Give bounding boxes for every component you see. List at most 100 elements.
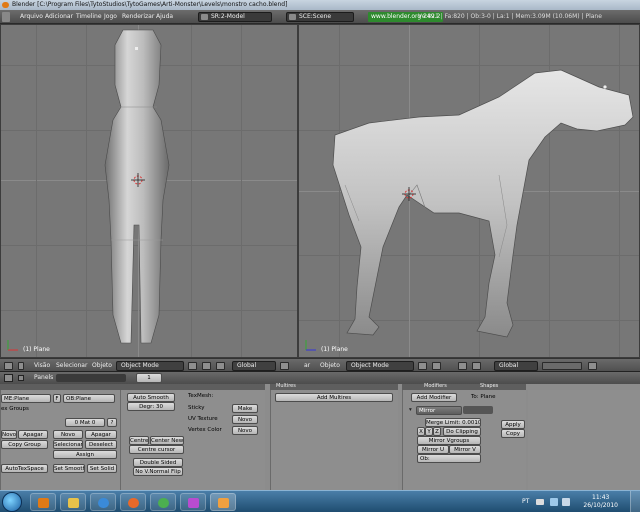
pivot-icon[interactable] (202, 362, 211, 370)
orientation-selector-right[interactable]: Global (494, 361, 538, 371)
mode-selector[interactable]: Object Mode (116, 361, 184, 371)
network-icon[interactable] (550, 498, 558, 506)
taskbar-app-chrome[interactable] (150, 493, 176, 511)
autotexspace-toggle[interactable]: AutoTexSpace (1, 464, 48, 473)
menu-visao[interactable]: Visão (34, 359, 50, 371)
tray-arrow-icon[interactable] (536, 499, 544, 505)
modifier-copy-button[interactable]: Copy (501, 429, 525, 438)
mode-selector-right[interactable]: Object Mode (346, 361, 414, 371)
material-new-button[interactable]: Novo (53, 430, 83, 439)
menu-jogo[interactable]: Jogo (104, 10, 117, 23)
center-new-button[interactable]: Center New (150, 436, 184, 445)
layer-icon[interactable] (280, 362, 289, 370)
manipulator-icon[interactable] (472, 362, 481, 370)
modifiers-tab[interactable]: Modifiers (424, 383, 447, 389)
taskbar-app-media[interactable] (90, 493, 116, 511)
clock[interactable]: 11:43 26/10/2010 (583, 494, 618, 510)
layer-buttons[interactable] (542, 362, 582, 370)
context-icons[interactable] (56, 374, 126, 382)
start-button-icon[interactable] (2, 492, 22, 512)
no-vnormal-flip-toggle[interactable]: No V.Normal Flip (133, 467, 183, 476)
taskbar-app-explorer[interactable] (60, 493, 86, 511)
material-assign-button[interactable]: Assign (53, 450, 117, 459)
menu-adicionar[interactable]: Adicionar (45, 10, 73, 23)
menu-ajuda[interactable]: Ajuda (156, 10, 173, 23)
menu-objeto[interactable]: Objeto (92, 359, 112, 371)
vertex-color-new-button[interactable]: Novo (232, 426, 258, 435)
manipulator-icon[interactable] (216, 362, 225, 370)
mirror-y-toggle[interactable]: Y (425, 427, 433, 436)
screen-selector[interactable]: SR:2-Model (198, 12, 272, 22)
3d-cursor-icon (131, 173, 145, 187)
vertex-groups-label: ex Groups (1, 406, 29, 412)
mirror-modifier-name[interactable]: Mirror (416, 406, 462, 415)
material-select-button[interactable]: Selecionar (53, 440, 83, 449)
shapes-tab[interactable]: Shapes (480, 383, 498, 389)
show-desktop-button[interactable] (630, 491, 640, 512)
mirror-vgroups-toggle[interactable]: Mirror Vgroups (417, 436, 481, 445)
fake-user-toggle[interactable]: F (53, 394, 61, 403)
render-icon[interactable] (588, 362, 597, 370)
mirror-u-toggle[interactable]: Mirror U (417, 445, 449, 454)
panels-label[interactable]: Panels (34, 372, 53, 384)
language-indicator[interactable]: PT (522, 491, 529, 512)
viewport-front[interactable]: (1) Plane (0, 24, 298, 358)
collapse-arrow-icon[interactable] (18, 362, 24, 370)
multires-tab[interactable]: Multires (276, 383, 296, 389)
viewport-side[interactable]: (1) Plane (298, 24, 640, 358)
modifier-toggle-icons[interactable] (463, 406, 493, 414)
centre-button[interactable]: Centre (129, 436, 149, 445)
volume-icon[interactable] (562, 498, 570, 506)
material-deselect-button[interactable]: Deselect (85, 440, 117, 449)
editor-type-icon[interactable] (4, 362, 13, 370)
double-sided-toggle[interactable]: Double Sided (133, 458, 183, 467)
buttons-editor-icon[interactable] (4, 374, 13, 382)
menu-objeto-right[interactable]: Objeto (320, 359, 340, 371)
copy-group-button[interactable]: Copy Group (1, 440, 48, 449)
mirror-x-toggle[interactable]: X (417, 427, 425, 436)
set-solid-button[interactable]: Set Solid (87, 464, 117, 473)
vgroup-new-button[interactable]: Novo (1, 430, 17, 439)
uv-texture-new-button[interactable]: Novo (232, 415, 258, 424)
hand-icon[interactable] (458, 362, 467, 370)
modifier-apply-button[interactable]: Apply (501, 420, 525, 429)
add-modifier-button[interactable]: Add Modifier (411, 393, 457, 402)
dog-side-mesh[interactable] (299, 25, 640, 358)
add-multires-button[interactable]: Add Multires (275, 393, 393, 402)
menu-arquivo[interactable]: Arquivo (20, 10, 43, 23)
pivot-icon[interactable] (432, 362, 441, 370)
material-index-field[interactable]: 0 Mat 0 (65, 418, 105, 427)
degr-field[interactable]: Degr: 30 (127, 402, 175, 411)
do-clipping-toggle[interactable]: Do Clipping (443, 427, 481, 436)
mirror-object-field[interactable]: Ob: (417, 454, 481, 463)
merge-limit-field[interactable]: Merge Limit: 0.0010 (425, 418, 481, 427)
menu-renderizar[interactable]: Renderizar (122, 10, 154, 23)
vgroup-delete-button[interactable]: Apagar (18, 430, 48, 439)
orientation-selector[interactable]: Global (232, 361, 276, 371)
centre-cursor-button[interactable]: Centre cursor (129, 445, 184, 454)
auto-smooth-toggle[interactable]: Auto Smooth (127, 393, 175, 402)
sticky-make-button[interactable]: Make (232, 404, 258, 413)
mesh-name-field[interactable]: ME:Plane (1, 394, 51, 403)
draw-type-icon[interactable] (188, 362, 197, 370)
set-smooth-button[interactable]: Set Smooth (53, 464, 85, 473)
menu-selecionar[interactable]: Selecionar (56, 359, 87, 371)
material-help-button[interactable]: ? (107, 418, 117, 427)
menu-timeline[interactable]: Timeline (76, 10, 102, 23)
info-editor-icon[interactable] (2, 12, 10, 22)
scene-selector[interactable]: SCE:Scene (286, 12, 354, 22)
taskbar-app-blender-active[interactable] (210, 493, 236, 511)
frame-field[interactable]: 1 (136, 373, 162, 383)
taskbar-app-blender[interactable] (30, 493, 56, 511)
mirror-z-toggle[interactable]: Z (433, 427, 441, 436)
draw-type-icon[interactable] (418, 362, 427, 370)
taskbar-app-paint[interactable] (180, 493, 206, 511)
collapse-arrow-icon[interactable] (18, 375, 24, 381)
menu-ar[interactable]: ar (304, 359, 310, 371)
object-name-field[interactable]: OB:Plane (63, 394, 115, 403)
taskbar-app-firefox[interactable] (120, 493, 146, 511)
dog-front-mesh[interactable] (1, 25, 298, 358)
material-delete-button[interactable]: Apagar (85, 430, 117, 439)
mirror-v-toggle[interactable]: Mirror V (449, 445, 481, 454)
modifier-expand-icon[interactable]: ▾ (409, 407, 412, 413)
